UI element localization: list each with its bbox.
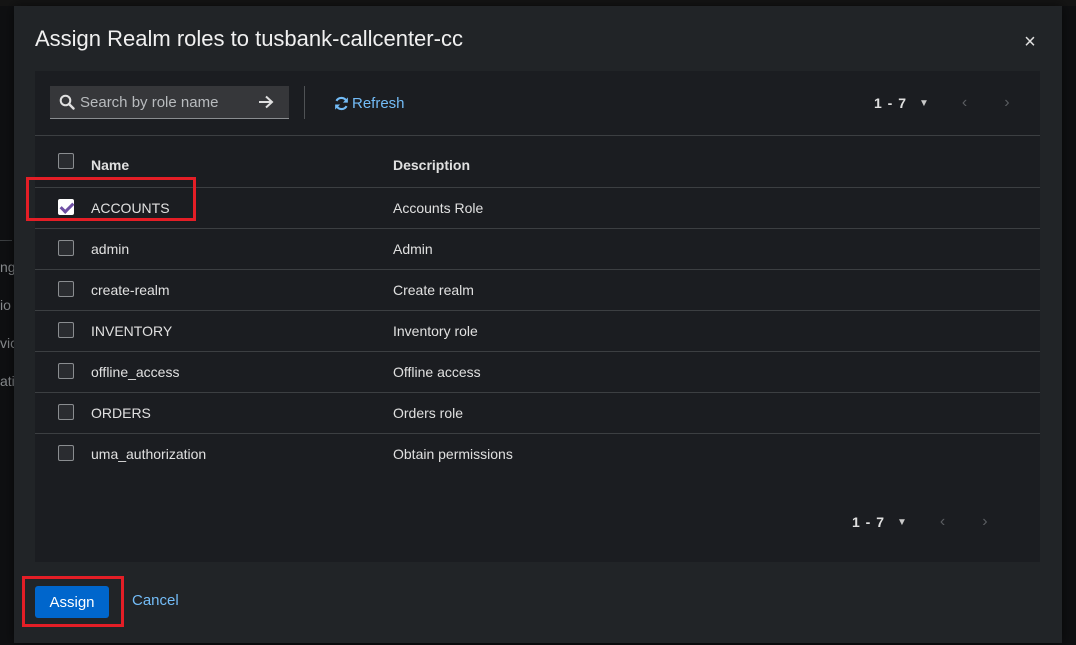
search-input[interactable]: [80, 86, 240, 118]
refresh-button[interactable]: Refresh: [334, 93, 405, 113]
pagination-top: 1 - 7 ▼ ‹ ›: [874, 94, 1010, 112]
table-row: uma_authorization Obtain permissions: [35, 433, 1040, 474]
role-name: INVENTORY: [91, 310, 393, 352]
refresh-icon: [335, 96, 348, 110]
pagination-bottom: 1 - 7 ▼ ‹ ›: [852, 513, 988, 531]
row-checkbox[interactable]: [58, 445, 74, 461]
assign-roles-modal: Assign Realm roles to tusbank-callcenter…: [14, 6, 1062, 643]
column-header-description: Description: [393, 156, 471, 173]
angle-left-icon[interactable]: ‹: [940, 513, 945, 531]
search-box[interactable]: [50, 86, 243, 119]
row-select-cell: [35, 269, 91, 311]
search-submit-button[interactable]: [243, 86, 289, 119]
cancel-button[interactable]: Cancel: [132, 592, 179, 609]
role-name: admin: [91, 228, 393, 270]
toolbar-separator: [304, 86, 305, 119]
role-description: Obtain permissions: [393, 433, 1040, 474]
row-select-cell: [35, 433, 91, 474]
caret-down-icon[interactable]: ▼: [897, 517, 907, 528]
row-select-cell: [35, 392, 91, 434]
role-description: Inventory role: [393, 310, 1040, 352]
pagination-range-toggle[interactable]: 1 - 7: [874, 95, 907, 111]
table-row: ORDERS Orders role: [35, 392, 1040, 434]
row-checkbox[interactable]: [58, 363, 74, 379]
assign-button[interactable]: Assign: [35, 586, 109, 618]
angle-left-icon[interactable]: ‹: [962, 94, 967, 112]
background-nav-fragment: ati: [0, 373, 15, 389]
row-select-cell: [35, 228, 91, 270]
role-name: offline_access: [91, 351, 393, 393]
table-row: INVENTORY Inventory role: [35, 310, 1040, 352]
role-description: Admin: [393, 228, 1040, 270]
row-checkbox[interactable]: [58, 322, 74, 338]
role-description: Offline access: [393, 351, 1040, 393]
angle-right-icon[interactable]: ›: [982, 513, 987, 531]
row-select-cell: [35, 351, 91, 393]
role-description: Accounts Role: [393, 187, 1040, 229]
table-row: admin Admin: [35, 228, 1040, 270]
modal-title: Assign Realm roles to tusbank-callcenter…: [35, 26, 463, 51]
role-name: create-realm: [91, 269, 393, 311]
select-all-checkbox[interactable]: [58, 152, 74, 169]
arrow-right-icon: [259, 95, 274, 109]
row-select-cell: [35, 310, 91, 352]
role-description: Orders role: [393, 392, 1040, 434]
caret-down-icon[interactable]: ▼: [919, 98, 929, 109]
roles-panel: Refresh 1 - 7 ▼ ‹ › Name Description: [35, 71, 1040, 562]
highlight-box-accounts-row: [26, 177, 196, 221]
background-divider: [0, 240, 12, 241]
row-checkbox[interactable]: [58, 404, 74, 420]
angle-right-icon[interactable]: ›: [1004, 94, 1009, 112]
refresh-label: Refresh: [352, 94, 405, 112]
row-checkbox[interactable]: [58, 240, 74, 256]
background-nav-fragment: io: [0, 297, 11, 313]
pagination-range-toggle[interactable]: 1 - 7: [852, 514, 885, 530]
toolbar: Refresh 1 - 7 ▼ ‹ ›: [35, 71, 1040, 136]
table-row: create-realm Create realm: [35, 269, 1040, 311]
table-row: offline_access Offline access: [35, 351, 1040, 393]
role-description: Create realm: [393, 269, 1040, 311]
close-icon[interactable]: ×: [1020, 32, 1040, 52]
row-checkbox[interactable]: [58, 281, 74, 297]
search-icon: [59, 94, 75, 110]
role-name: uma_authorization: [91, 433, 393, 474]
role-name: ORDERS: [91, 392, 393, 434]
